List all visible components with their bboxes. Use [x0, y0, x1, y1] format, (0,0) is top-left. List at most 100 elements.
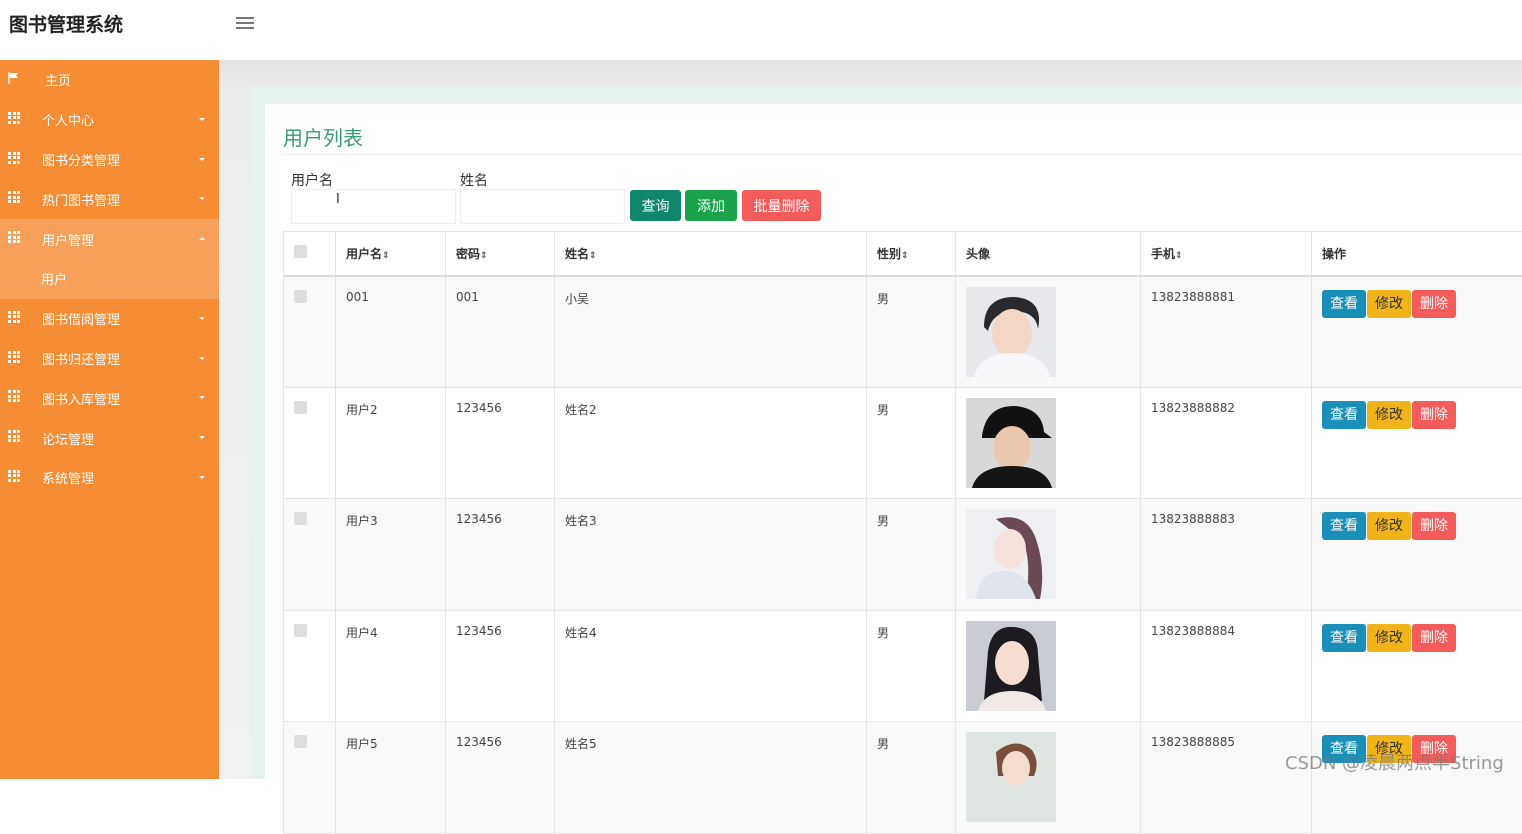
sort-icon: ⇕ — [480, 251, 488, 261]
view-button[interactable]: 查看 — [1322, 512, 1366, 540]
phone-cell: 13823888883 — [1141, 499, 1312, 611]
sidebar-item-personal-center[interactable]: 个人中心 — [0, 100, 219, 140]
actions-cell: 查看修改删除 — [1312, 276, 1522, 388]
hamburger-menu-icon[interactable] — [236, 14, 254, 30]
sidebar-item-label: 论坛管理 — [42, 429, 94, 448]
sidebar-item-user-management[interactable]: 用户管理 — [0, 219, 219, 259]
delete-button[interactable]: 删除 — [1412, 624, 1456, 652]
delete-button[interactable]: 删除 — [1412, 290, 1456, 318]
column-header-name[interactable]: 姓名⇕ — [555, 232, 867, 276]
sidebar-item-stock-in[interactable]: 图书入库管理 — [0, 378, 219, 418]
row-checkbox[interactable] — [294, 290, 307, 303]
grid-icon — [8, 390, 20, 402]
caret-down-icon — [199, 357, 205, 360]
row-checkbox[interactable] — [294, 401, 307, 414]
sidebar-item-forum[interactable]: 论坛管理 — [0, 418, 219, 458]
sidebar-item-label: 个人中心 — [42, 110, 94, 129]
caret-down-icon — [199, 476, 205, 479]
column-label: 性别 — [877, 247, 901, 261]
column-header-gender[interactable]: 性别⇕ — [867, 232, 956, 276]
grid-icon — [8, 112, 20, 124]
name-cell: 小吴 — [555, 276, 867, 388]
caret-down-icon — [199, 197, 205, 200]
sidebar-item-return[interactable]: 图书归还管理 — [0, 339, 219, 379]
caret-down-icon — [199, 317, 205, 320]
sidebar-item-label: 系统管理 — [42, 468, 94, 487]
query-button[interactable]: 查询 — [630, 190, 681, 221]
caret-down-icon — [199, 396, 205, 399]
grid-icon — [8, 351, 20, 363]
avatar — [966, 732, 1056, 822]
table-row: 用户4 123456 姓名4 男 13823888884 查看修改删除 — [284, 610, 1522, 722]
view-button[interactable]: 查看 — [1322, 624, 1366, 652]
avatar — [966, 398, 1056, 488]
name-search-input[interactable] — [460, 189, 625, 224]
user-table: 用户名⇕ 密码⇕ 姓名⇕ 性别⇕ 头像 手机⇕ 操作 001 001 小吴 男 … — [283, 231, 1522, 834]
name-label: 姓名 — [460, 170, 488, 190]
avatar-cell — [956, 499, 1141, 611]
edit-button[interactable]: 修改 — [1367, 624, 1411, 652]
row-checkbox[interactable] — [294, 512, 307, 525]
flag-icon — [8, 72, 20, 84]
select-all-checkbox[interactable] — [294, 245, 307, 258]
phone-cell: 13823888885 — [1141, 722, 1312, 834]
column-header-avatar: 头像 — [956, 232, 1141, 276]
edit-button[interactable]: 修改 — [1367, 512, 1411, 540]
caret-down-icon — [199, 118, 205, 121]
sidebar-item-hot-books[interactable]: 热门图书管理 — [0, 179, 219, 219]
caret-up-icon — [199, 237, 205, 240]
name-cell: 姓名5 — [555, 722, 867, 834]
sidebar-item-system[interactable]: 系统管理 — [0, 458, 219, 498]
view-button[interactable]: 查看 — [1322, 290, 1366, 318]
name-cell: 姓名2 — [555, 387, 867, 499]
avatar-cell — [956, 276, 1141, 388]
table-header-row: 用户名⇕ 密码⇕ 姓名⇕ 性别⇕ 头像 手机⇕ 操作 — [284, 232, 1522, 276]
column-label: 手机 — [1151, 247, 1175, 261]
gender-cell: 男 — [867, 722, 956, 834]
checkbox-cell — [284, 276, 336, 388]
username-cell: 001 — [336, 276, 446, 388]
delete-button[interactable]: 删除 — [1412, 512, 1456, 540]
checkbox-cell — [284, 722, 336, 834]
add-button[interactable]: 添加 — [685, 190, 737, 221]
view-button[interactable]: 查看 — [1322, 401, 1366, 429]
edit-button[interactable]: 修改 — [1367, 290, 1411, 318]
row-checkbox[interactable] — [294, 624, 307, 637]
actions-cell: 查看修改删除 — [1312, 722, 1522, 834]
avatar-cell — [956, 610, 1141, 722]
column-label: 姓名 — [565, 247, 589, 261]
table-row: 001 001 小吴 男 13823888881 查看修改删除 — [284, 276, 1522, 388]
table-row: 用户2 123456 姓名2 男 13823888882 查看修改删除 — [284, 387, 1522, 499]
sidebar-item-borrow[interactable]: 图书借阅管理 — [0, 299, 219, 339]
grid-icon — [8, 231, 20, 243]
sidebar-item-category[interactable]: 图书分类管理 — [0, 140, 219, 180]
column-header-password[interactable]: 密码⇕ — [446, 232, 555, 276]
column-header-username[interactable]: 用户名⇕ — [336, 232, 446, 276]
select-all-cell — [284, 232, 336, 276]
grid-icon — [8, 470, 20, 482]
caret-down-icon — [199, 436, 205, 439]
page-title: 用户列表 — [283, 122, 363, 151]
sidebar-item-home[interactable]: 主页 — [0, 60, 219, 100]
username-cell: 用户4 — [336, 610, 446, 722]
password-cell: 123456 — [446, 722, 555, 834]
avatar-cell — [956, 722, 1141, 834]
watermark: CSDN @凌晨两点半String — [1285, 749, 1504, 775]
sidebar-subitem-user[interactable]: 用户 — [0, 259, 219, 299]
checkbox-cell — [284, 387, 336, 499]
column-header-phone[interactable]: 手机⇕ — [1141, 232, 1312, 276]
edit-button[interactable]: 修改 — [1367, 401, 1411, 429]
gender-cell: 男 — [867, 387, 956, 499]
batch-delete-button[interactable]: 批量删除 — [742, 190, 821, 221]
username-search-input[interactable] — [291, 189, 456, 224]
delete-button[interactable]: 删除 — [1412, 401, 1456, 429]
avatar-cell — [956, 387, 1141, 499]
actions-cell: 查看修改删除 — [1312, 610, 1522, 722]
phone-cell: 13823888882 — [1141, 387, 1312, 499]
column-label: 头像 — [966, 247, 990, 261]
sort-icon: ⇕ — [901, 251, 909, 261]
row-checkbox[interactable] — [294, 735, 307, 748]
sidebar-item-label: 热门图书管理 — [42, 190, 120, 209]
title-divider — [283, 154, 1522, 155]
gender-cell: 男 — [867, 499, 956, 611]
